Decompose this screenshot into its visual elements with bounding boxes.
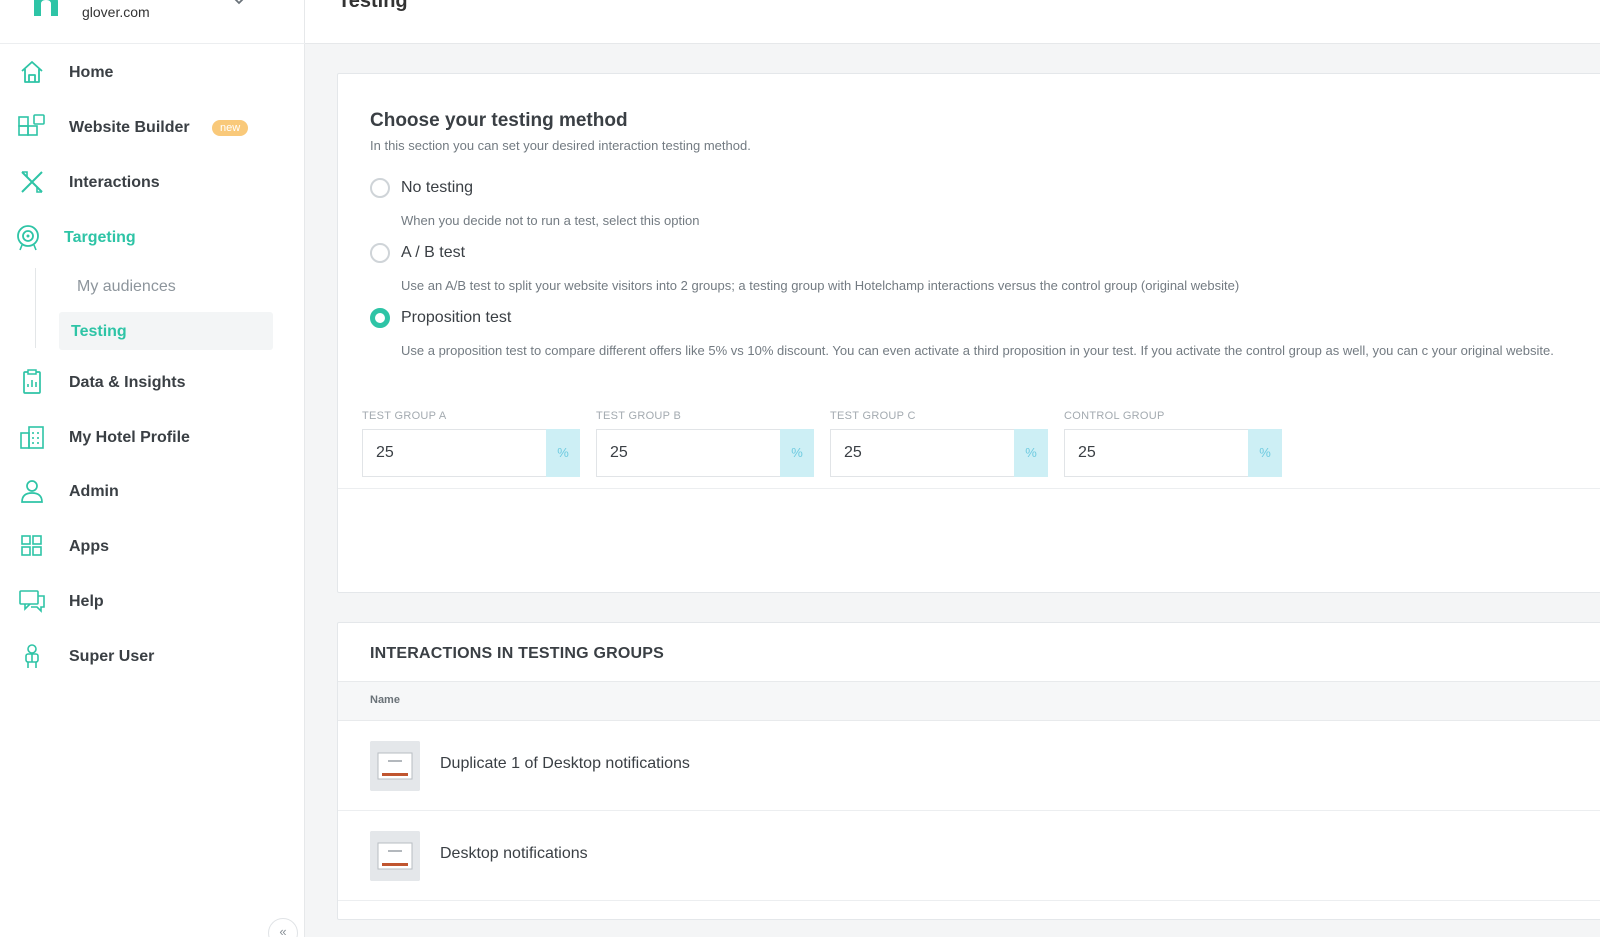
sidebar: glover.com Home Website Builder new Inte… [0,0,305,937]
sidebar-subitem-testing[interactable]: Testing [59,312,273,350]
sidebar-item-label: My Hotel Profile [69,429,190,446]
collapse-sidebar-button[interactable]: « [268,918,298,937]
hotel-icon [20,426,44,449]
group-label: CONTROL GROUP [1064,410,1165,422]
apps-icon [21,535,42,556]
section-description: In this section you can set your desired… [370,138,751,153]
sidebar-subitem-label: Testing [71,323,127,340]
new-badge: new [212,120,249,136]
group-label: TEST GROUP B [596,410,682,422]
radio-label: No testing [401,179,474,196]
radio-label: A / B test [401,244,466,261]
brand-domain: glover.com [82,4,150,20]
sidebar-item-label: Interactions [69,174,160,191]
radio-description: Use a proposition test to compare differ… [401,343,1554,358]
table-header: Name [338,681,1600,721]
clipboard-icon [23,369,41,394]
control-group-input[interactable] [1064,429,1248,477]
sidebar-item-targeting[interactable]: Targeting [0,217,305,257]
percent-unit: % [1248,429,1282,477]
sidebar-item-interactions[interactable]: Interactions [0,162,305,202]
sidebar-item-admin[interactable]: Admin [0,471,305,511]
test-group-c-input[interactable] [830,429,1014,477]
test-group-b-input[interactable] [596,429,780,477]
section-title: Choose your testing method [370,110,628,131]
sidebar-item-label: Apps [69,538,109,555]
group-label: TEST GROUP C [830,410,916,422]
sidebar-item-home[interactable]: Home [0,52,305,92]
interactions-title: INTERACTIONS IN TESTING GROUPS [370,645,665,662]
topbar: Testing [305,0,1600,44]
sidebar-item-label: Super User [69,648,155,665]
brand-header[interactable]: glover.com [0,0,305,44]
notification-thumbnail-icon [370,741,420,791]
user-icon [21,480,43,503]
interactions-icon [21,171,43,193]
sidebar-item-website-builder[interactable]: Website Builder [0,107,305,147]
no-testing-radio[interactable] [370,178,390,198]
sidebar-item-label: Help [69,593,104,610]
radio-description: When you decide not to run a test, selec… [401,213,700,228]
sidebar-item-apps[interactable]: Apps [0,526,305,566]
notification-thumbnail-icon [370,831,420,881]
divider [338,488,1600,489]
sidebar-item-label: Website Builder [69,119,190,136]
table-row[interactable]: Duplicate 1 of Desktop notifications [338,721,1600,811]
submenu-guide-line [35,268,36,348]
chat-icon [19,590,45,613]
sidebar-subitem-my-audiences[interactable]: My audiences [59,267,273,305]
interaction-name: Duplicate 1 of Desktop notifications [440,755,690,772]
sidebar-item-my-hotel-profile[interactable]: My Hotel Profile [0,417,305,457]
chevron-down-icon[interactable] [232,0,246,8]
hotelchamp-logo-icon [34,0,58,16]
target-icon [17,225,39,251]
website-builder-icon [18,114,45,136]
super-user-icon [25,644,39,668]
ab-test-radio[interactable] [370,243,390,263]
testing-method-card: Choose your testing method In this secti… [337,73,1600,593]
interaction-name: Desktop notifications [440,845,588,862]
sidebar-item-label: Admin [69,483,119,500]
sidebar-item-help[interactable]: Help [0,581,305,621]
sidebar-item-data-insights[interactable]: Data & Insights [0,362,305,402]
test-group-a-input[interactable] [362,429,546,477]
percent-unit: % [1014,429,1048,477]
group-label: TEST GROUP A [362,410,447,422]
sidebar-subitem-label: My audiences [77,278,176,295]
proposition-test-radio[interactable] [370,308,390,328]
sidebar-item-label: Targeting [64,229,136,246]
interactions-card: INTERACTIONS IN TESTING GROUPS Name Dupl… [337,622,1600,920]
home-icon [21,61,43,83]
column-header-name[interactable]: Name [370,694,400,706]
sidebar-item-super-user[interactable]: Super User [0,636,305,676]
sidebar-item-label: Home [69,64,114,81]
radio-label: Proposition test [401,309,512,326]
percent-unit: % [780,429,814,477]
sidebar-item-label: Data & Insights [69,374,186,391]
page-title: Testing [338,0,408,12]
table-row[interactable]: Desktop notifications [338,811,1600,901]
radio-description: Use an A/B test to split your website vi… [401,278,1240,293]
percent-unit: % [546,429,580,477]
